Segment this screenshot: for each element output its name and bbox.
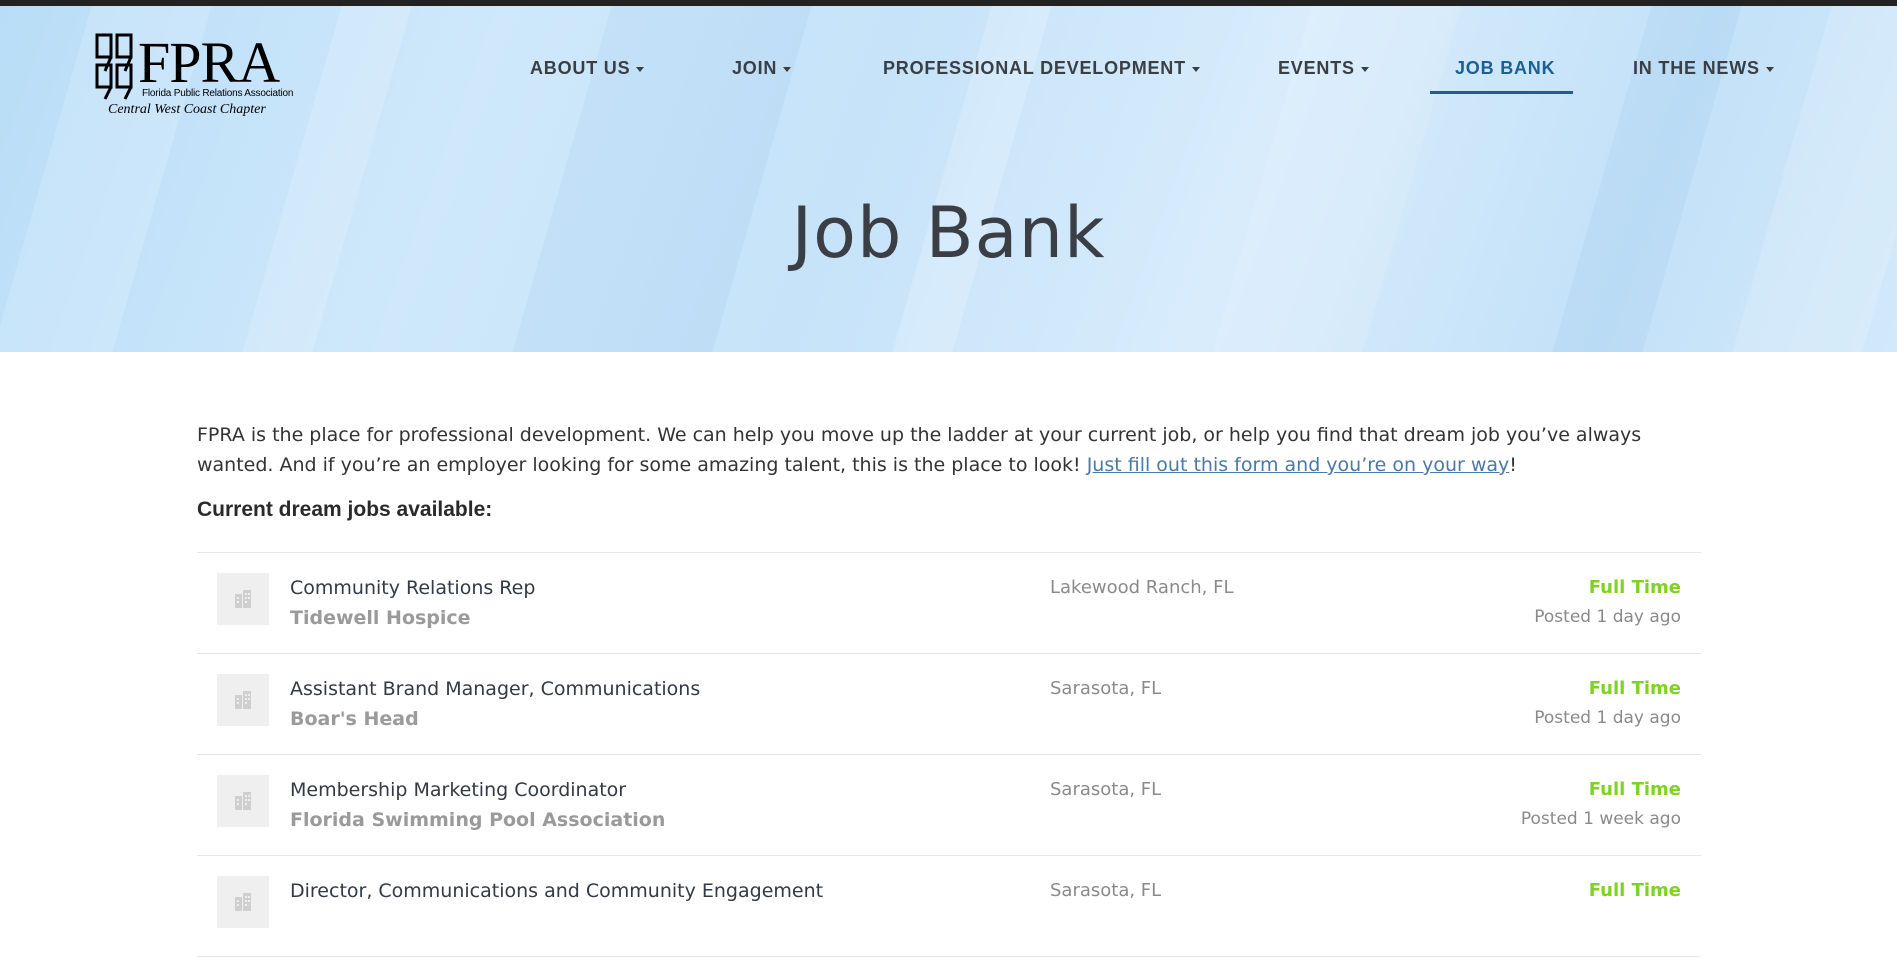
- company-logo-placeholder: [217, 573, 269, 625]
- job-location: Sarasota, FL: [1050, 880, 1162, 901]
- company-logo-placeholder: [217, 876, 269, 928]
- nav-item-label: EVENTS: [1278, 58, 1355, 78]
- employer-form-link[interactable]: Just fill out this form and you’re on yo…: [1087, 454, 1510, 476]
- active-nav-indicator: [1430, 91, 1573, 94]
- building-icon: [235, 590, 251, 608]
- company-logo-placeholder: [217, 674, 269, 726]
- job-type-badge: Full Time: [1588, 678, 1681, 699]
- nav-item-label: PROFESSIONAL DEVELOPMENT: [883, 58, 1186, 78]
- building-icon: [235, 893, 251, 911]
- job-company: Florida Swimming Pool Association: [290, 809, 666, 831]
- nav-item-in-the-news[interactable]: IN THE NEWS: [1633, 58, 1774, 98]
- nav-item-label: ABOUT US: [530, 58, 631, 78]
- intro-paragraph: FPRA is the place for professional devel…: [197, 420, 1701, 480]
- company-logo-placeholder: [217, 775, 269, 827]
- job-type-badge: Full Time: [1588, 880, 1681, 901]
- job-company: Tidewell Hospice: [290, 607, 471, 629]
- job-location: Sarasota, FL: [1050, 779, 1162, 800]
- nav-item-label: JOB BANK: [1455, 58, 1556, 78]
- nav-item-professional-development[interactable]: PROFESSIONAL DEVELOPMENT: [883, 58, 1200, 98]
- job-location: Sarasota, FL: [1050, 678, 1162, 699]
- job-listing[interactable]: Membership Marketing Coordinator Florida…: [197, 755, 1701, 856]
- caret-down-icon: [1765, 67, 1774, 72]
- jobs-subheading: Current dream jobs available:: [197, 498, 493, 521]
- building-icon: [235, 691, 251, 709]
- job-title[interactable]: Director, Communications and Community E…: [290, 880, 823, 902]
- job-title[interactable]: Assistant Brand Manager, Communications: [290, 678, 700, 700]
- job-title[interactable]: Membership Marketing Coordinator: [290, 779, 626, 801]
- hero-banner: FPRA Florida Public Relations Associatio…: [0, 6, 1897, 352]
- page-title: Job Bank: [791, 192, 1106, 274]
- job-list: Community Relations Rep Tidewell Hospice…: [197, 552, 1701, 957]
- nav-item-events[interactable]: EVENTS: [1278, 58, 1369, 98]
- job-type-badge: Full Time: [1588, 577, 1681, 598]
- intro-section: FPRA is the place for professional devel…: [197, 420, 1701, 522]
- job-type-badge: Full Time: [1588, 779, 1681, 800]
- job-listing[interactable]: Community Relations Rep Tidewell Hospice…: [197, 553, 1701, 654]
- caret-down-icon: [1191, 67, 1200, 72]
- caret-down-icon: [1360, 67, 1369, 72]
- job-posted-date: Posted 1 day ago: [1534, 708, 1681, 728]
- caret-down-icon: [783, 67, 792, 72]
- nav-item-about-us[interactable]: ABOUT US: [530, 58, 645, 98]
- job-listing[interactable]: Assistant Brand Manager, Communications …: [197, 654, 1701, 755]
- job-title[interactable]: Community Relations Rep: [290, 577, 535, 599]
- intro-end: !: [1509, 454, 1517, 476]
- caret-down-icon: [636, 67, 645, 72]
- nav-item-join[interactable]: JOIN: [732, 58, 792, 98]
- nav-item-label: JOIN: [732, 58, 778, 78]
- building-icon: [235, 792, 251, 810]
- main-navigation: ABOUT US JOIN PROFESSIONAL DEVELOPMENT E…: [0, 58, 1897, 98]
- nav-item-label: IN THE NEWS: [1633, 58, 1760, 78]
- job-posted-date: Posted 1 day ago: [1534, 607, 1681, 627]
- job-company: Boar's Head: [290, 708, 419, 730]
- job-listing[interactable]: Director, Communications and Community E…: [197, 856, 1701, 957]
- logo-chapter: Central West Coast Chapter: [108, 102, 266, 117]
- job-location: Lakewood Ranch, FL: [1050, 577, 1234, 598]
- job-posted-date: Posted 1 week ago: [1520, 809, 1681, 829]
